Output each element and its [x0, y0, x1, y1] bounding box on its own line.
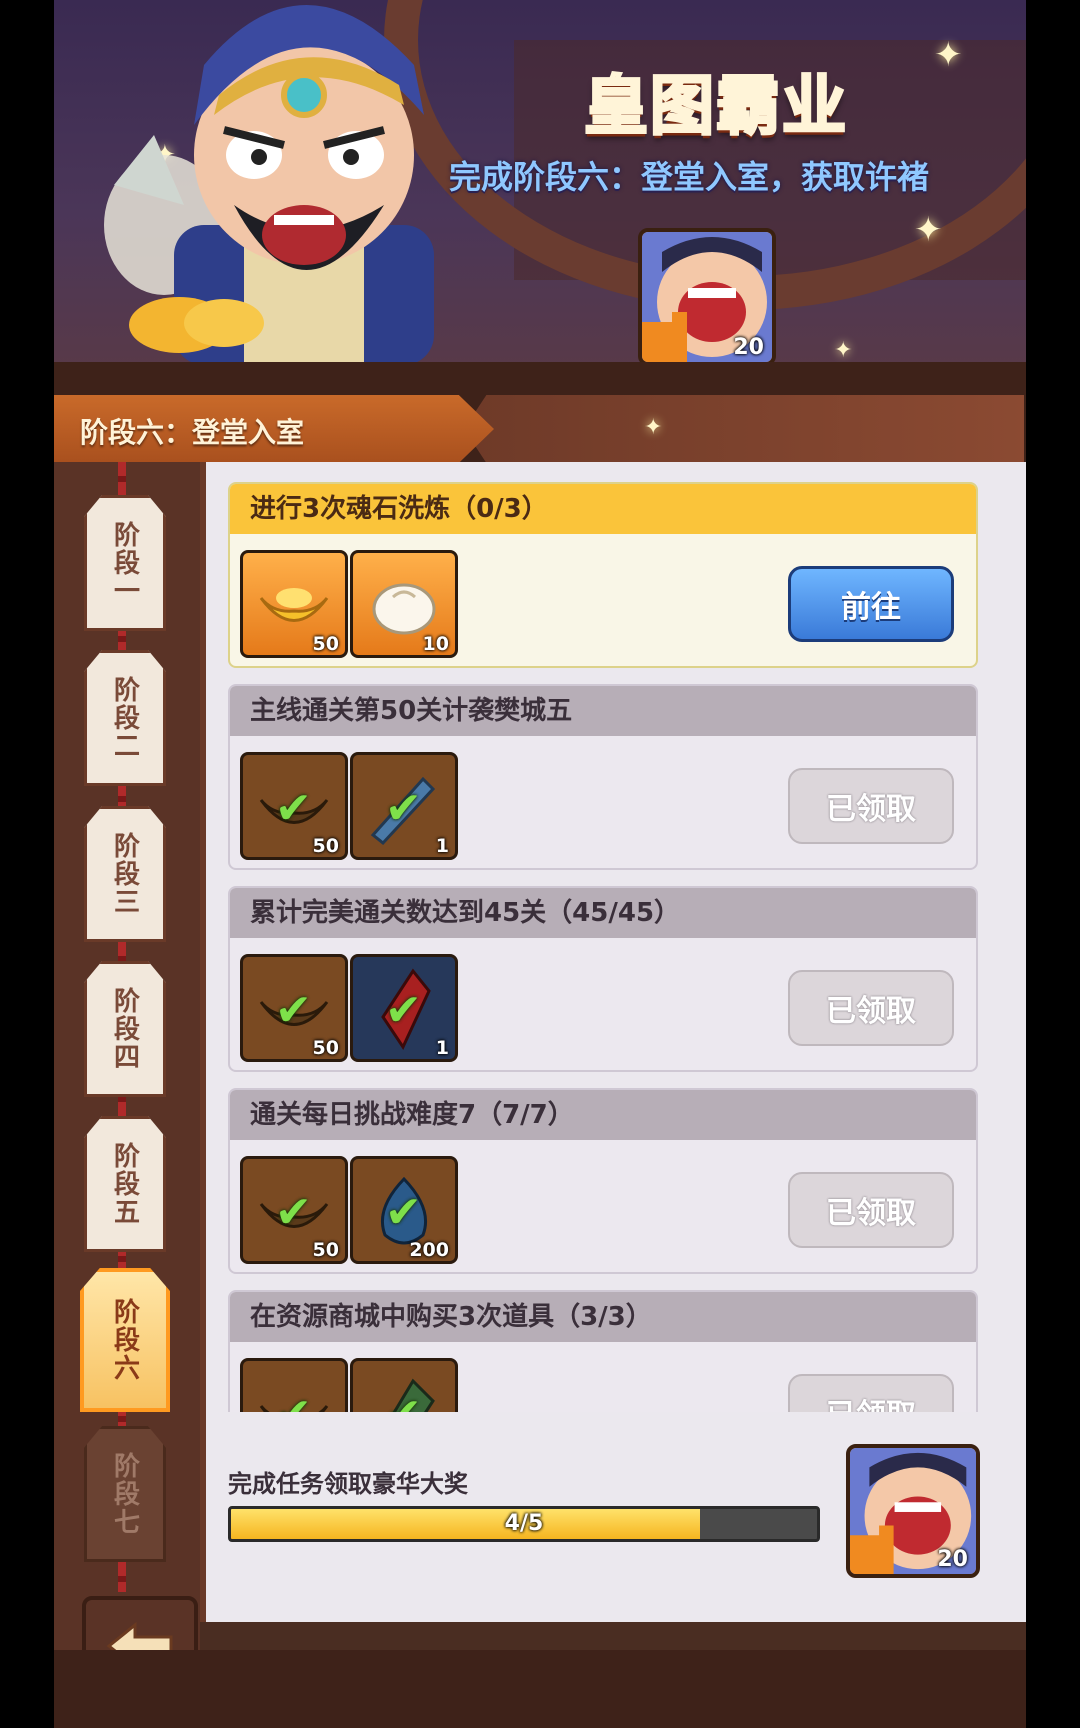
- event-subtitle: 完成阶段六：登堂入室，获取许褚: [449, 158, 930, 196]
- reward-item[interactable]: ✔ 50: [240, 954, 348, 1062]
- progress-bar: 4/5: [228, 1506, 820, 1542]
- task-title: 主线通关第50关计袭樊城五: [230, 686, 976, 736]
- banner: ✦ ✦ ✦ ✦ 皇图霸业 完成阶段六：登堂入室，获取许褚 20: [54, 0, 1026, 390]
- hero-reward-count: 20: [733, 335, 764, 360]
- reward-count: 1: [435, 835, 449, 857]
- reward-count: 50: [312, 1239, 339, 1261]
- claimed-button[interactable]: 已领取: [788, 768, 954, 844]
- grand-reward-text: 完成任务领取豪华大奖: [228, 1470, 468, 1498]
- reward-count: 50: [312, 633, 339, 655]
- stage-tab-6[interactable]: 阶段六: [80, 1268, 170, 1412]
- reward-count: 200: [409, 1239, 449, 1261]
- check-icon: ✔: [275, 783, 312, 834]
- task-card: 累计完美通关数达到45关（45/45） ✔ 50 ✔ 1 已领取: [228, 886, 978, 1072]
- check-icon: ✔: [385, 783, 422, 834]
- check-icon: ✔: [275, 1389, 312, 1412]
- game-frame: ✦ ✦ ✦ ✦ 皇图霸业 完成阶段六：登堂入室，获取许褚 20 ✦ 阶段六：登堂…: [54, 0, 1026, 1728]
- stage-tab-label: 阶段七: [109, 1452, 140, 1536]
- reward-item[interactable]: ✔ 50: [240, 1156, 348, 1264]
- reward-count: 50: [312, 835, 339, 857]
- stage-tab-label: 阶段三: [109, 832, 140, 916]
- stage-tab-1[interactable]: 阶段一: [84, 495, 166, 631]
- task-title: 进行3次魂石洗炼（0/3）: [230, 484, 976, 534]
- reward-item[interactable]: ✔ 200: [350, 1156, 458, 1264]
- stage-tab-label: 阶段五: [109, 1142, 140, 1226]
- stage-tab-2[interactable]: 阶段二: [84, 650, 166, 786]
- task-title: 累计完美通关数达到45关（45/45）: [230, 888, 976, 938]
- check-icon: ✔: [385, 985, 422, 1036]
- task-panel: 进行3次魂石洗炼（0/3） 50 10 前往 主线通关第50关计袭樊城五 ✔ 5…: [200, 462, 1026, 1622]
- grand-reward-count: 20: [937, 1547, 968, 1572]
- task-list[interactable]: 进行3次魂石洗炼（0/3） 50 10 前往 主线通关第50关计袭樊城五 ✔ 5…: [228, 482, 978, 1412]
- sparkle-icon: ✦: [914, 210, 943, 250]
- current-stage-label: 阶段六：登堂入室: [54, 395, 494, 463]
- stage-tab-5[interactable]: 阶段五: [84, 1116, 166, 1252]
- reward-item[interactable]: ✔: [240, 1358, 348, 1412]
- task-title: 通关每日挑战难度7（7/7）: [230, 1090, 976, 1140]
- check-icon: ✔: [385, 1187, 422, 1238]
- sparkle-icon: ✦: [934, 35, 963, 75]
- bottom-bar: [54, 1650, 1026, 1728]
- reward-item[interactable]: ✔ 1: [350, 954, 458, 1062]
- sparkle-icon: ✦: [644, 415, 663, 440]
- event-title: 皇图霸业: [583, 69, 848, 146]
- stage-tab-label: 阶段四: [109, 987, 140, 1071]
- reward-count: 1: [435, 1037, 449, 1059]
- stage-tab-label: 阶段六: [109, 1298, 140, 1382]
- progress-text: 4/5: [504, 1511, 544, 1536]
- reward-count: 50: [312, 1037, 339, 1059]
- reward-item[interactable]: ✔ 50: [240, 752, 348, 860]
- claimed-button[interactable]: 已领取: [788, 970, 954, 1046]
- task-title: 在资源商城中购买3次道具（3/3）: [230, 1292, 976, 1342]
- stage-tab-decor: [464, 395, 1024, 463]
- go-button[interactable]: 前往: [788, 566, 954, 642]
- stage-tab-4[interactable]: 阶段四: [84, 961, 166, 1097]
- check-icon: ✔: [385, 1389, 422, 1412]
- task-card: 通关每日挑战难度7（7/7） ✔ 50 ✔ 200 已领取: [228, 1088, 978, 1274]
- reward-item[interactable]: 50: [240, 550, 348, 658]
- task-card: 在资源商城中购买3次道具（3/3） ✔ ✔ 已领取: [228, 1290, 978, 1412]
- stage-tab-label: 阶段二: [109, 676, 140, 760]
- task-card: 主线通关第50关计袭樊城五 ✔ 50 ✔ 1 已领取: [228, 684, 978, 870]
- hero-reward-card[interactable]: 20: [638, 228, 776, 366]
- claimed-button[interactable]: 已领取: [788, 1172, 954, 1248]
- check-icon: ✔: [275, 985, 312, 1036]
- stage-tab-3[interactable]: 阶段三: [84, 806, 166, 942]
- claimed-button[interactable]: 已领取: [788, 1374, 954, 1412]
- reward-item[interactable]: ✔ 1: [350, 752, 458, 860]
- reward-item[interactable]: ✔: [350, 1358, 458, 1412]
- grand-reward-card[interactable]: 20: [846, 1444, 980, 1578]
- stage-tab-label: 阶段一: [109, 521, 140, 605]
- reward-item[interactable]: 10: [350, 550, 458, 658]
- grand-reward-section: 完成任务领取豪华大奖 4/5 20: [206, 1414, 1026, 1614]
- check-icon: ✔: [275, 1187, 312, 1238]
- current-stage-text: 阶段六：登堂入室: [80, 416, 305, 449]
- reward-count: 10: [422, 633, 449, 655]
- task-card: 进行3次魂石洗炼（0/3） 50 10 前往: [228, 482, 978, 668]
- stage-tab-7[interactable]: 阶段七: [84, 1426, 166, 1562]
- sparkle-icon: ✦: [834, 338, 853, 363]
